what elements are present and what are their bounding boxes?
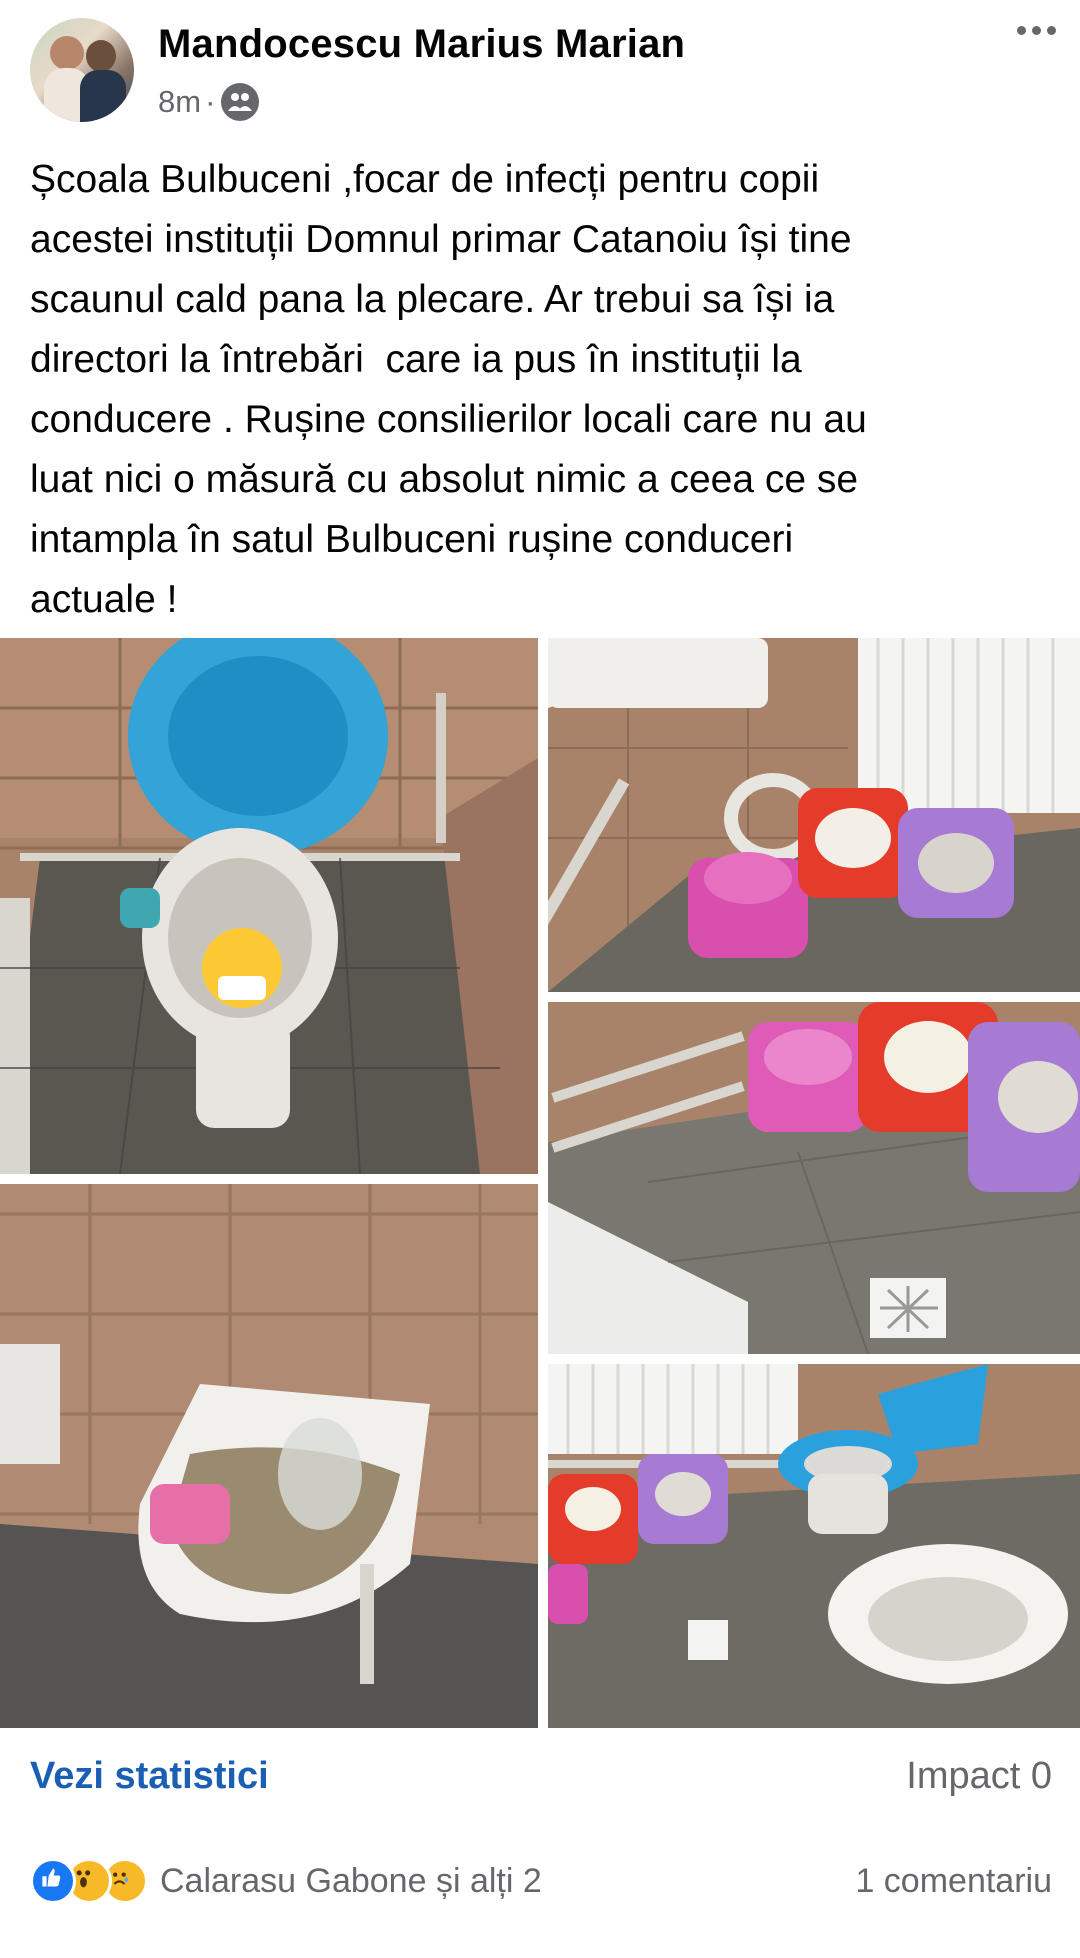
photo-toilets[interactable]: [548, 1364, 1080, 1728]
reactions-names[interactable]: Calarasu Gabone și alți 2: [160, 1862, 542, 1901]
like-icon: [30, 1858, 76, 1904]
photo-potties-2[interactable]: [548, 1002, 1080, 1354]
photo-collage: [0, 638, 1080, 1728]
post-text: Școala Bulbuceni ,focar de infecți pentr…: [30, 158, 867, 621]
post-time[interactable]: 8m: [158, 84, 201, 120]
meta-separator: ·: [205, 84, 216, 119]
comments-count[interactable]: 1 comentariu: [855, 1862, 1052, 1901]
friends-icon[interactable]: [221, 83, 260, 121]
post-meta: 8m ·: [158, 82, 260, 122]
more-options-icon[interactable]: [1017, 26, 1056, 35]
photo-toilet[interactable]: [0, 638, 538, 1174]
photo-potties-1[interactable]: [548, 638, 1080, 992]
reactions-summary[interactable]: Calarasu Gabone și alți 2: [30, 1858, 542, 1904]
author-avatar[interactable]: [30, 18, 134, 122]
impact-count: Impact 0: [906, 1755, 1052, 1797]
post-header: Mandocescu Marius Marian 8m ·: [0, 0, 1080, 140]
photo-dirty-sink[interactable]: [0, 1184, 538, 1728]
view-statistics-link[interactable]: Vezi statistici: [30, 1755, 269, 1798]
author-name[interactable]: Mandocescu Marius Marian: [158, 22, 685, 67]
